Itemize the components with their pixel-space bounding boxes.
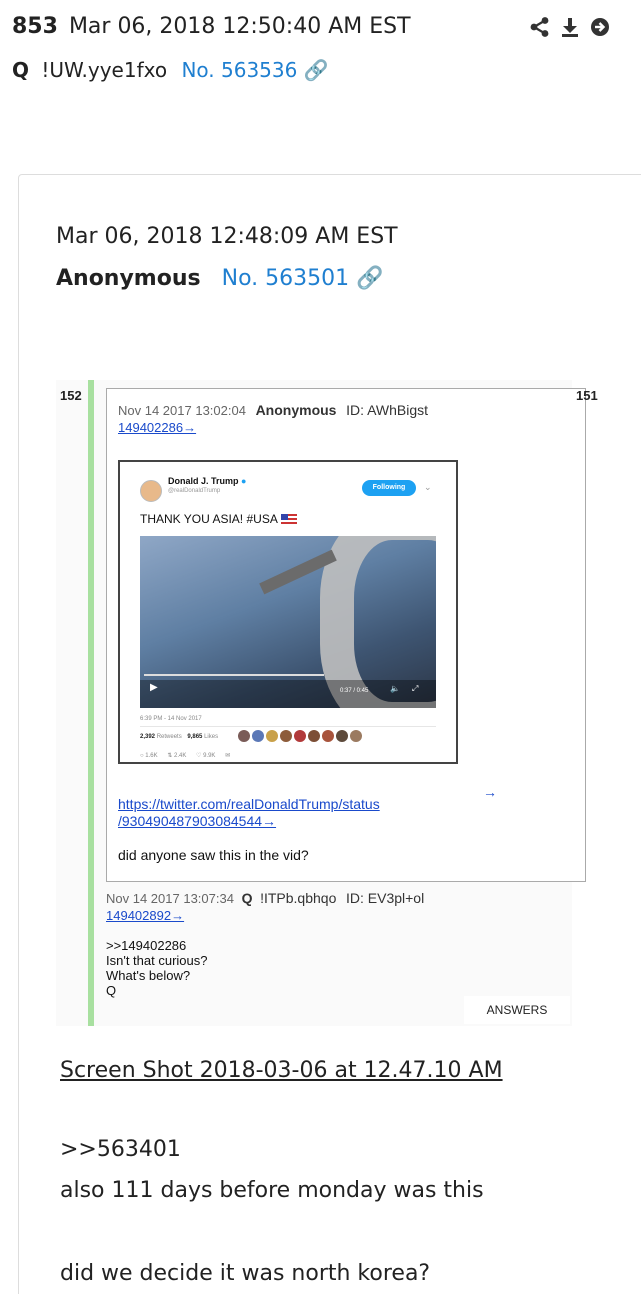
quoted-body-line1: >>563401: [60, 1137, 181, 1162]
download-icon[interactable]: [560, 16, 580, 38]
quoted-body-line2: also 111 days before monday was this: [60, 1178, 484, 1203]
quoted-date: Mar 06, 2018 12:48:09 AM EST: [56, 224, 398, 249]
tweet-stats: 2,392 Retweets 9,865 Likes: [140, 734, 219, 740]
post2-body: >>149402286 Isn't that curious? What's b…: [106, 938, 208, 998]
chevron-down-icon[interactable]: ⌄: [424, 482, 432, 493]
answers-button[interactable]: ANSWERS: [464, 996, 570, 1024]
screenshot-post2-header: Nov 14 2017 13:07:34 Q !ITPb.qbhqo ID: E…: [106, 890, 424, 906]
post2-author: Q: [241, 890, 253, 906]
green-bar: [88, 380, 94, 1026]
post2-trip: !ITPb.qbhqo: [260, 890, 337, 906]
post-tripcode: !UW.yye1fxo: [41, 58, 168, 82]
post1-author: Anonymous: [255, 402, 337, 418]
following-button[interactable]: Following: [362, 480, 416, 496]
post1-text: did anyone saw this in the vid?: [118, 847, 309, 863]
post-header: 853 Mar 06, 2018 12:50:40 AM EST: [12, 14, 411, 39]
quoted-body-line3: did we decide it was north korea?: [60, 1261, 431, 1286]
tweet-name: Donald J. Trump ●: [168, 476, 247, 486]
divider: [140, 726, 436, 727]
post2-date: Nov 14 2017 13:07:34: [106, 891, 234, 906]
video-progress[interactable]: [144, 674, 324, 676]
arrow-right-circle-icon[interactable]: [590, 16, 610, 38]
tweet-card: Donald J. Trump ● @realDonaldTrump Follo…: [118, 460, 458, 764]
retweet-icon[interactable]: ⇅: [167, 753, 172, 759]
link-icon[interactable]: 🔗: [304, 58, 329, 82]
post1-date: Nov 14 2017 13:02:04: [118, 403, 246, 418]
link-icon[interactable]: 🔗: [356, 266, 383, 291]
video-time: 0:37 / 0:45: [340, 688, 369, 694]
twitter-link-line1[interactable]: https://twitter.com/realDonaldTrump/stat…: [118, 796, 380, 812]
tweet-text: THANK YOU ASIA! #USA: [140, 512, 297, 526]
post-number: 853: [12, 14, 58, 39]
post-author: Q: [12, 58, 30, 82]
post-actions: [530, 16, 610, 38]
play-icon[interactable]: ▶: [150, 682, 158, 693]
post-date: Mar 06, 2018 12:50:40 AM EST: [68, 14, 411, 39]
post2-id: ID: EV3pl+ol: [345, 890, 425, 906]
twitter-link-line2[interactable]: /930490487903084544→: [118, 813, 276, 829]
post-number-link[interactable]: No. 563536: [181, 58, 297, 82]
quoted-author-line: Anonymous No. 563501 🔗: [56, 266, 384, 291]
tweet-date: 6:39 PM - 14 Nov 2017: [140, 716, 202, 722]
message-icon[interactable]: ✉: [225, 753, 230, 759]
screenshot-post1-header: Nov 14 2017 13:02:04 Anonymous ID: AWhBi…: [118, 402, 428, 418]
fullscreen-icon[interactable]: ⤢: [412, 684, 418, 694]
post-author-line: Q !UW.yye1fxo No. 563536 🔗: [12, 58, 329, 82]
screenshot-left-number: 152: [60, 388, 82, 403]
post1-number-link[interactable]: 149402286→: [118, 420, 196, 435]
post2-number-link[interactable]: 149402892→: [106, 908, 184, 923]
quoted-author: Anonymous: [56, 266, 201, 291]
screenshot-filename-link[interactable]: Screen Shot 2018-03-06 at 12.47.10 AM: [60, 1058, 503, 1083]
tweet-video[interactable]: ▶ 0:37 / 0:45 🔈 ⤢: [140, 536, 436, 708]
share-icon[interactable]: [530, 16, 550, 38]
screenshot-right-number: 151: [576, 388, 598, 403]
tweet-handle: @realDonaldTrump: [168, 488, 221, 494]
tweet-action-row: ○ 1.6K ⇅ 2.4K ♡ 9.9K ✉: [140, 753, 231, 759]
avatar: [140, 480, 162, 502]
liker-avatars: [238, 730, 362, 742]
post1-id: ID: AWhBigst: [346, 402, 429, 418]
heart-icon[interactable]: ♡: [196, 753, 201, 759]
quoted-number-link[interactable]: No. 563501: [222, 266, 350, 291]
expand-arrow[interactable]: →: [483, 784, 497, 800]
reply-icon[interactable]: ○: [140, 753, 144, 759]
volume-icon[interactable]: 🔈: [390, 684, 400, 693]
us-flag-icon: [280, 514, 297, 524]
screenshot-image[interactable]: 152 Nov 14 2017 13:02:04 Anonymous ID: A…: [56, 380, 598, 1026]
